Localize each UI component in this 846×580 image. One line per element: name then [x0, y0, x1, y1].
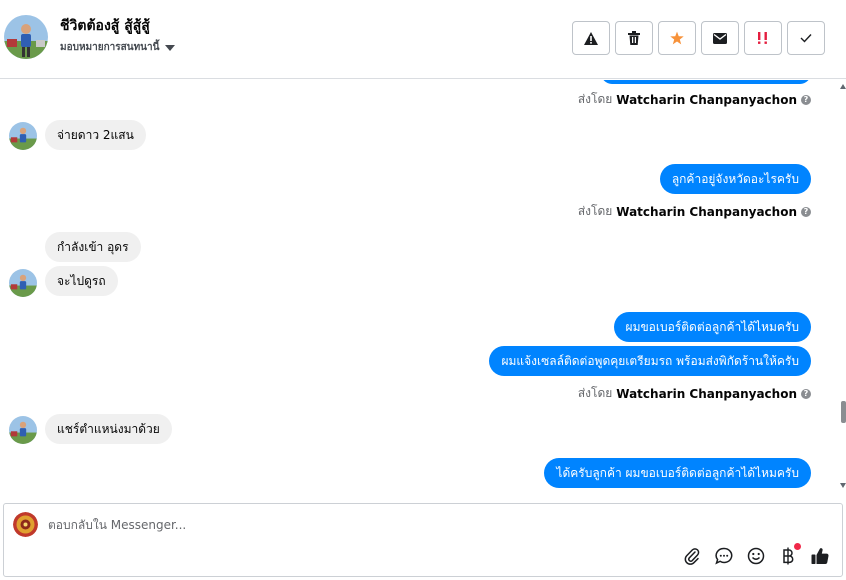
attach-icon	[684, 548, 700, 565]
sent-by-label: ส่งโดย Watcharin Chanpanyachon ?	[578, 384, 811, 403]
message-bubble-outgoing-clipped	[601, 80, 811, 84]
assign-label: มอบหมายการสนทนานี้	[60, 42, 160, 53]
star-icon	[670, 31, 684, 45]
thumbs-up-icon	[811, 548, 829, 565]
reply-input[interactable]	[48, 512, 648, 538]
conversation-header: ชีวิตต้องสู้ สู้สู้สู้ มอบหมายการสนทนานี…	[0, 0, 846, 79]
warning-icon	[584, 31, 598, 45]
reply-composer	[3, 503, 843, 577]
scroll-down-arrow[interactable]	[840, 483, 846, 488]
sender-name[interactable]: Watcharin Chanpanyachon	[616, 205, 797, 219]
sender-name[interactable]: Watcharin Chanpanyachon	[616, 387, 797, 401]
done-button[interactable]	[787, 21, 825, 55]
sent-by-label: ส่งโดย Watcharin Chanpanyachon ?	[578, 90, 811, 109]
message-bubble-outgoing: ผมขอเบอร์ติดต่อลูกค้าได้ไหมครับ	[613, 312, 811, 342]
sent-by-prefix: ส่งโดย	[577, 92, 613, 106]
message-bubble-outgoing: ลูกค้าอยู่จังหวัดอะไรครับ	[659, 164, 811, 194]
payment-button[interactable]	[778, 543, 801, 566]
info-icon[interactable]: ?	[801, 206, 811, 217]
contact-avatar[interactable]	[4, 15, 48, 59]
spam-icon	[758, 32, 767, 44]
star-button[interactable]	[658, 21, 696, 55]
composer-tools	[682, 543, 830, 566]
message-bubble-incoming: กำลังเข้า อุดร	[45, 232, 141, 262]
contact-name[interactable]: ชีวิตต้องสู้ สู้สู้สู้	[60, 15, 150, 37]
spam-button[interactable]	[744, 21, 782, 55]
saved-replies-button[interactable]	[714, 546, 734, 566]
attach-button[interactable]	[682, 546, 702, 566]
mark-unread-button[interactable]	[701, 21, 739, 55]
contact-avatar-small	[9, 416, 37, 444]
conversation-actions	[572, 21, 825, 55]
message-bubble-outgoing: ได้ครับลูกค้า ผมขอเบอร์ติดต่อลูกค้าได้ไห…	[544, 458, 811, 488]
baht-icon	[783, 547, 794, 565]
sender-name[interactable]: Watcharin Chanpanyachon	[616, 93, 797, 107]
assign-conversation-dropdown[interactable]: มอบหมายการสนทนานี้	[60, 40, 176, 55]
envelope-icon	[713, 32, 727, 44]
delete-button[interactable]	[615, 21, 653, 55]
check-icon	[800, 34, 812, 43]
saved-replies-icon	[715, 547, 733, 565]
message-bubble-incoming: แชร์ตำแหน่งมาด้วย	[45, 414, 172, 444]
notification-dot	[794, 543, 801, 550]
trash-icon	[628, 31, 640, 45]
page-avatar	[13, 512, 38, 537]
message-bubble-outgoing: ผมแจ้งเซลล์ติดต่อพูดคุยเตรียมรถ พร้อมส่ง…	[489, 346, 811, 376]
caret-down-icon	[165, 44, 176, 51]
emoji-button[interactable]	[746, 546, 766, 566]
info-icon[interactable]: ?	[801, 94, 811, 105]
scroll-up-arrow[interactable]	[840, 84, 846, 89]
contact-avatar-small	[9, 122, 37, 150]
sent-by-label: ส่งโดย Watcharin Chanpanyachon ?	[578, 202, 811, 221]
message-bubble-incoming: จ่ายดาว 2แสน	[45, 120, 146, 150]
info-icon[interactable]: ?	[801, 388, 811, 399]
message-thread: ส่งโดย Watcharin Chanpanyachon ? จ่ายดาว…	[0, 80, 840, 498]
sent-by-prefix: ส่งโดย	[577, 386, 613, 400]
like-button[interactable]	[810, 546, 830, 566]
message-bubble-incoming: จะไปดูรถ	[45, 266, 118, 296]
sent-by-prefix: ส่งโดย	[577, 204, 613, 218]
report-button[interactable]	[572, 21, 610, 55]
contact-avatar-small	[9, 269, 37, 297]
emoji-icon	[747, 547, 765, 565]
scrollbar-thumb[interactable]	[841, 401, 846, 423]
